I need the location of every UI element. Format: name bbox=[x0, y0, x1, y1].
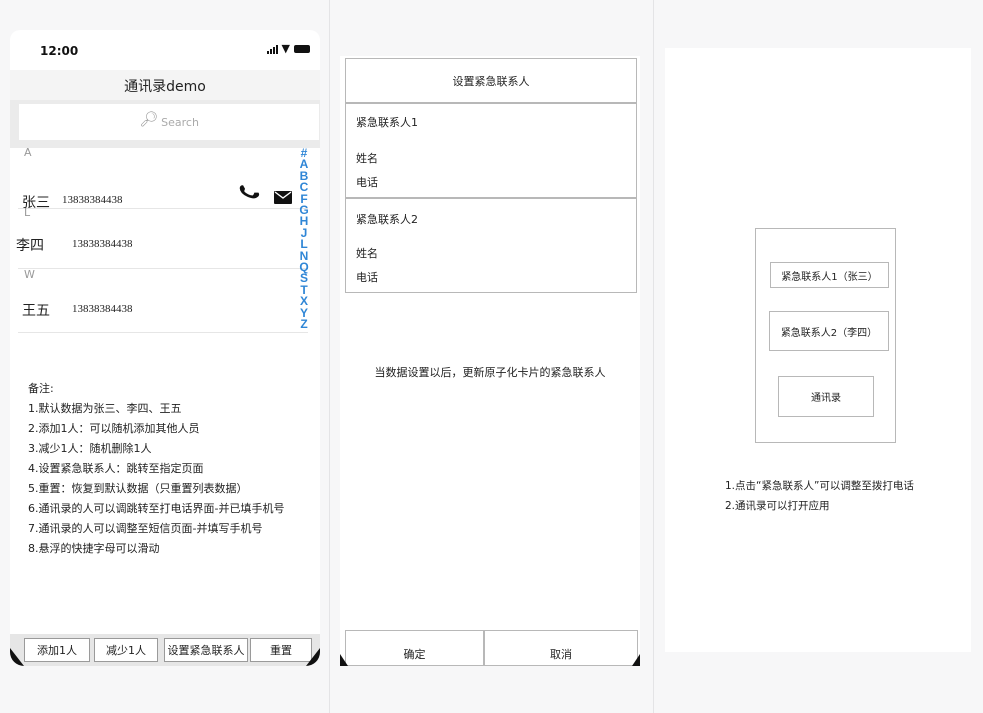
note-line: 5.重置：恢复到默认数据（只重置列表数据） bbox=[28, 482, 248, 495]
search-bar: 🔎︎ Search bbox=[10, 100, 320, 148]
emergency-contact-card-1: 紧急联系人1 姓名 电话 bbox=[345, 102, 637, 198]
emergency-contact-card-2: 紧急联系人2 姓名 电话 bbox=[345, 197, 637, 293]
card-title: 紧急联系人1 bbox=[356, 116, 418, 129]
name-field[interactable]: 姓名 bbox=[356, 245, 378, 261]
search-icon: 🔎︎ bbox=[139, 110, 159, 128]
column-divider bbox=[653, 0, 654, 713]
screen-corner bbox=[10, 648, 24, 666]
signal-icon bbox=[266, 44, 278, 54]
section-letter-a: A bbox=[24, 146, 32, 159]
remove-contact-button[interactable]: 减少1人 bbox=[94, 638, 158, 662]
wifi-icon: ▼ bbox=[281, 42, 290, 55]
atomic-widget-card: 紧急联系人1（张三） 紧急联系人2（李四） 通讯录 bbox=[755, 228, 896, 443]
note-line: 1.默认数据为张三、李四、王五 bbox=[28, 402, 182, 415]
alphabet-index[interactable]: # A B C F G H J L N Q S T X Y Z bbox=[295, 147, 313, 331]
row-divider bbox=[18, 268, 308, 269]
emergency-settings-screen: 设置紧急联系人 紧急联系人1 姓名 电话 紧急联系人2 姓名 电话 当数据设置以… bbox=[340, 56, 640, 666]
row-divider bbox=[18, 208, 308, 209]
emergency-contact-2-button[interactable]: 紧急联系人2（李四） bbox=[769, 311, 889, 351]
status-time: 12:00 bbox=[40, 44, 79, 58]
search-placeholder: Search bbox=[161, 115, 199, 129]
widget-preview-panel: 紧急联系人1（张三） 紧急联系人2（李四） 通讯录 1.点击“紧急联系人”可以调… bbox=[665, 48, 971, 652]
settings-note: 当数据设置以后，更新原子化卡片的紧急联系人 bbox=[374, 366, 606, 379]
add-contact-button[interactable]: 添加1人 bbox=[24, 638, 90, 662]
note-line: 备注: bbox=[28, 382, 54, 395]
index-letter[interactable]: Z bbox=[300, 318, 307, 330]
contacts-phone-screen: 12:00 ▼ 通讯录demo 🔎︎ Search A 张三 138383844… bbox=[10, 30, 320, 666]
status-icons: ▼ bbox=[266, 42, 310, 55]
note-line: 4.设置紧急联系人：跳转至指定页面 bbox=[28, 462, 204, 475]
page-title: 通讯录demo bbox=[124, 79, 206, 95]
settings-header: 设置紧急联系人 bbox=[345, 58, 637, 104]
contact-phone: 13838384438 bbox=[72, 303, 133, 315]
contact-name: 王五 bbox=[22, 303, 50, 319]
screen-corner bbox=[340, 654, 348, 666]
contact-phone: 13838384438 bbox=[72, 238, 133, 250]
note-line: 7.通讯录的人可以调整至短信页面-并填写手机号 bbox=[28, 522, 263, 535]
widget-note: 1.点击“紧急联系人”可以调整至拨打电话 bbox=[725, 480, 914, 492]
phone-field[interactable]: 电话 bbox=[356, 269, 378, 285]
card-title: 紧急联系人2 bbox=[356, 213, 418, 226]
row-divider bbox=[18, 332, 308, 333]
contact-list: A 张三 13838384438 L 李四 13838384438 W 王五 1… bbox=[10, 146, 320, 334]
search-input[interactable]: 🔎︎ Search bbox=[19, 104, 319, 140]
set-emergency-contact-button[interactable]: 设置紧急联系人 bbox=[164, 638, 248, 662]
contact-phone: 13838384438 bbox=[62, 194, 123, 206]
notes-section: 备注: 1.默认数据为张三、李四、王五 2.添加1人：可以随机添加其他人员 3.… bbox=[10, 334, 320, 634]
name-field[interactable]: 姓名 bbox=[356, 150, 378, 166]
cancel-button[interactable]: 取消 bbox=[484, 630, 638, 666]
confirm-button[interactable]: 确定 bbox=[345, 630, 484, 666]
note-line: 2.添加1人：可以随机添加其他人员 bbox=[28, 422, 200, 435]
bottom-toolbar: 添加1人 减少1人 设置紧急联系人 重置 bbox=[10, 634, 320, 666]
status-bar: 12:00 ▼ bbox=[10, 30, 320, 70]
emergency-contact-1-button[interactable]: 紧急联系人1（张三） bbox=[770, 262, 889, 288]
mail-icon[interactable] bbox=[274, 189, 292, 208]
note-line: 8.悬浮的快捷字母可以滑动 bbox=[28, 542, 160, 555]
widget-note: 2.通讯录可以打开应用 bbox=[725, 500, 830, 512]
contact-name: 李四 bbox=[16, 238, 44, 254]
note-line: 3.减少1人：随机删除1人 bbox=[28, 442, 152, 455]
phone-call-icon[interactable] bbox=[238, 182, 260, 206]
reset-button[interactable]: 重置 bbox=[250, 638, 312, 662]
battery-icon bbox=[294, 45, 310, 53]
screen-corner bbox=[632, 654, 640, 666]
open-contacts-button[interactable]: 通讯录 bbox=[778, 376, 874, 417]
phone-field[interactable]: 电话 bbox=[356, 174, 378, 190]
section-letter-l: L bbox=[24, 206, 31, 219]
screen-corner bbox=[306, 648, 320, 666]
note-line: 6.通讯录的人可以调跳转至打电话界面-并已填手机号 bbox=[28, 502, 285, 515]
section-letter-w: W bbox=[24, 268, 35, 281]
column-divider bbox=[329, 0, 330, 713]
